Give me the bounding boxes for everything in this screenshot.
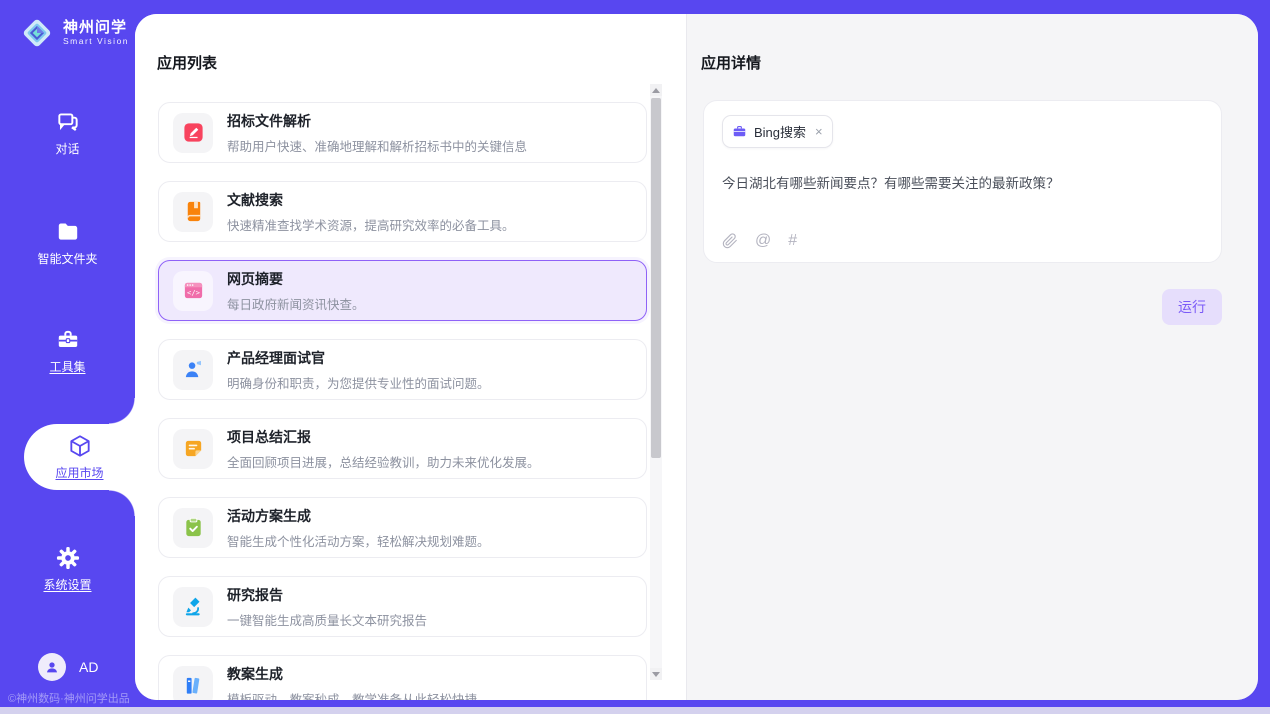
app-description: 智能生成个性化活动方案，轻松解决规划难题。 (227, 531, 490, 550)
app-list-title: 应用列表 (157, 52, 686, 73)
copyright-text: ©神州数码·神州问学出品 (8, 690, 130, 706)
app-icon-tile (173, 192, 213, 232)
tool-tag-bing-search[interactable]: Bing搜索 × (722, 115, 833, 148)
sidebar-item-label: 对话 (55, 140, 79, 157)
user-account: AD (38, 653, 98, 681)
folder-icon (55, 219, 81, 245)
app-card-web-summary[interactable]: </> 网页摘要 每日政府新闻资讯快查。 (158, 260, 647, 321)
prompt-input[interactable]: 今日湖北有哪些新闻要点？有哪些需要关注的最新政策？ (722, 174, 1203, 194)
app-card-research-report[interactable]: 研究报告 一键智能生成高质量长文本研究报告 (158, 576, 647, 637)
app-description: 明确身份和职责，为您提供专业性的面试问题。 (227, 373, 490, 392)
gear-icon (55, 545, 81, 571)
app-icon-tile (173, 666, 213, 701)
app-detail-title: 应用详情 (701, 52, 1258, 73)
sidebar-item-chat[interactable]: 对话 (0, 100, 135, 166)
books-icon (182, 674, 205, 697)
avatar[interactable] (38, 653, 66, 681)
close-icon[interactable]: × (815, 125, 823, 138)
prompt-card: Bing搜索 × 今日湖北有哪些新闻要点？有哪些需要关注的最新政策？ @ # (703, 100, 1222, 263)
app-card-project-summary[interactable]: 项目总结汇报 全面回顾项目进展，总结经验教训，助力未来优化发展。 (158, 418, 647, 479)
edit-document-icon (182, 121, 205, 144)
chat-icon (55, 109, 81, 135)
svg-text:</>: </> (187, 288, 201, 297)
app-description: 每日政府新闻资讯快查。 (227, 294, 365, 313)
browser-code-icon: </> (182, 279, 205, 302)
app-card-bid-document-analysis[interactable]: 招标文件解析 帮助用户快速、准确地理解和解析招标书中的关键信息 (158, 102, 647, 163)
app-icon-tile (173, 508, 213, 548)
toolbox-icon (55, 327, 81, 353)
microscope-icon (182, 595, 205, 618)
app-icon-tile (173, 113, 213, 153)
run-row: 运行 (687, 289, 1222, 325)
app-description: 快速精准查找学术资源，提高研究效率的必备工具。 (227, 215, 515, 234)
hash-icon: # (788, 232, 797, 249)
bottom-frame-strip (0, 707, 1270, 714)
scroll-up-arrow[interactable] (650, 84, 662, 96)
at-icon: @ (755, 232, 771, 249)
scroll-down-arrow[interactable] (650, 668, 662, 680)
app-icon-tile: </> (173, 271, 213, 311)
app-icon-tile (173, 350, 213, 390)
app-name: 研究报告 (227, 585, 427, 605)
main-content: 应用列表 招标文件解析 帮助用户快速、准确地理解和解析招标书中的关键信息 (135, 14, 1258, 700)
app-icon-tile (173, 587, 213, 627)
sidebar-item-smart-folder[interactable]: 智能文件夹 (0, 210, 135, 276)
interviewer-icon (182, 358, 205, 381)
sidebar-item-label: 工具集 (49, 358, 85, 375)
app-description: 全面回顾项目进展，总结经验教训，助力未来优化发展。 (227, 452, 540, 471)
cube-icon (67, 433, 93, 459)
sidebar-item-app-market[interactable]: 应用市场 (24, 424, 135, 490)
user-initials: AD (79, 659, 98, 675)
app-card-pm-interviewer[interactable]: 产品经理面试官 明确身份和职责，为您提供专业性的面试问题。 (158, 339, 647, 400)
app-name: 网页摘要 (227, 269, 365, 289)
sticky-note-icon (182, 437, 205, 460)
sidebar-item-label: 应用市场 (55, 464, 103, 481)
app-list: 招标文件解析 帮助用户快速、准确地理解和解析招标书中的关键信息 文献搜索 快速精… (158, 102, 647, 700)
app-description: 帮助用户快速、准确地理解和解析招标书中的关键信息 (227, 136, 527, 155)
app-name: 教案生成 (227, 664, 477, 684)
app-logo: 神州问学 Smart Vision (18, 14, 129, 52)
app-name: 文献搜索 (227, 190, 515, 210)
scrollbar-thumb[interactable] (651, 98, 661, 458)
sidebar-item-label: 系统设置 (43, 576, 91, 593)
composer-toolbar: @ # (722, 233, 797, 249)
sidebar-item-label: 智能文件夹 (37, 250, 97, 267)
app-description: 一键智能生成高质量长文本研究报告 (227, 610, 427, 629)
clipboard-check-icon (182, 516, 205, 539)
app-card-lesson-plan[interactable]: 教案生成 模板驱动，教案秒成，教学准备从此轻松快捷 (158, 655, 647, 700)
person-icon (44, 659, 60, 675)
app-card-literature-search[interactable]: 文献搜索 快速精准查找学术资源，提高研究效率的必备工具。 (158, 181, 647, 242)
paperclip-icon (722, 233, 738, 249)
book-icon (182, 200, 205, 223)
app-description: 模板驱动，教案秒成，教学准备从此轻松快捷 (227, 689, 477, 701)
paperclip-button[interactable] (722, 233, 738, 249)
app-list-pane: 应用列表 招标文件解析 帮助用户快速、准确地理解和解析招标书中的关键信息 (135, 14, 686, 700)
run-button[interactable]: 运行 (1162, 289, 1222, 325)
sidebar-item-settings[interactable]: 系统设置 (0, 536, 135, 602)
mention-button[interactable]: @ (755, 233, 771, 249)
sidebar-item-toolkit[interactable]: 工具集 (0, 318, 135, 384)
app-detail-pane: 应用详情 Bing搜索 × 今日湖北有哪些新闻要点？有哪些需要关注的最新政策？ (686, 14, 1258, 700)
list-scrollbar[interactable] (650, 84, 662, 680)
brand-name: 神州问学 (63, 20, 129, 36)
briefcase-icon (732, 124, 747, 139)
hash-button[interactable]: # (788, 233, 797, 249)
app-name: 活动方案生成 (227, 506, 490, 526)
gem-logo-icon (18, 14, 56, 52)
app-card-activity-plan[interactable]: 活动方案生成 智能生成个性化活动方案，轻松解决规划难题。 (158, 497, 647, 558)
sidebar: 神州问学 Smart Vision 对话 智能文件夹 工具集 应用市场 (0, 0, 135, 714)
app-name: 招标文件解析 (227, 111, 527, 131)
app-name: 产品经理面试官 (227, 348, 490, 368)
brand-subtitle: Smart Vision (63, 37, 129, 46)
app-icon-tile (173, 429, 213, 469)
tool-tag-label: Bing搜索 (754, 122, 806, 141)
app-name: 项目总结汇报 (227, 427, 540, 447)
